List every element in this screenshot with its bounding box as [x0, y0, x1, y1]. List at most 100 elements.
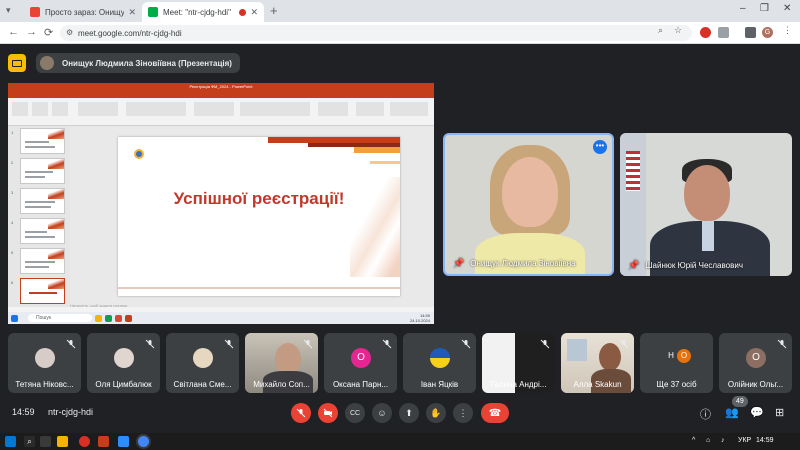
participant-tile[interactable]: О Олійник Ольг... [719, 333, 792, 393]
pin-icon[interactable]: 📌 [628, 260, 639, 271]
search-icon[interactable]: ⌕ [24, 436, 35, 447]
forward-button[interactable]: → [26, 26, 37, 38]
ribbon-button [194, 102, 234, 116]
more-options-button[interactable]: ⋮ [453, 403, 473, 423]
emoji-button[interactable]: ☺ [372, 403, 392, 423]
more-participants-tile[interactable]: Н О Ще 37 осіб [640, 333, 713, 393]
mic-off-icon [461, 339, 471, 349]
people-icon[interactable]: 👥 [725, 406, 739, 419]
participant-name: Олійник Ольг... [727, 380, 784, 389]
video-tile-presenter[interactable]: ••• 📌 Онищук Людмила Зіновіївна [443, 133, 614, 276]
back-button[interactable]: ← [8, 26, 19, 38]
captions-button[interactable]: CC [345, 403, 365, 423]
logo [134, 149, 144, 159]
close-window-button[interactable]: ✕ [783, 3, 791, 14]
browser-toolbar: ← → ⟳ ⚙ meet.google.com/ntr-cjdg-hdi ⌕ ☆… [0, 22, 800, 44]
minimize-button[interactable]: – [740, 3, 746, 14]
translate-icon[interactable]: ⌕ [658, 25, 663, 36]
profile-avatar[interactable]: G [762, 27, 773, 38]
toggle-camera-button[interactable] [318, 403, 338, 423]
slide: Успішної реєстрації! [118, 137, 400, 296]
participant-name-label: 📌 Онищук Людмила Зіновіївна [453, 258, 576, 269]
participant-tile[interactable]: Світлана Сме... [166, 333, 239, 393]
file-explorer-icon[interactable] [57, 436, 68, 447]
tab-close-icon[interactable]: ✕ [250, 7, 258, 18]
video-tile-participant[interactable]: 📌 Шайнюк Юрій Чеславович [620, 133, 792, 276]
leave-call-button[interactable]: ☎ [481, 403, 509, 423]
tray-chevron-icon[interactable]: ^ [692, 437, 695, 444]
slide-thumbnail [20, 218, 65, 244]
browser-tab-2[interactable]: Meet: "ntr-cjdg-hdi" ✕ [142, 2, 264, 22]
side-panel-icon[interactable] [745, 27, 756, 38]
participant-name: Ще 37 осіб [656, 380, 697, 389]
flag-avatar-icon [430, 348, 450, 368]
chat-icon[interactable]: 💬 [750, 406, 764, 419]
mic-off-icon [540, 339, 550, 349]
powerpoint-title-bar: Реєстрація ФМ_2024 - PowerPoint [8, 83, 434, 91]
slide-thumbnails-pane: 1 2 3 4 5 6 [8, 126, 70, 312]
present-button[interactable]: ⬆ [399, 403, 419, 423]
task-view-icon[interactable] [40, 436, 51, 447]
extension-icon[interactable] [700, 27, 711, 38]
meet-favicon-icon [148, 7, 158, 17]
raise-hand-button[interactable]: ✋ [426, 403, 446, 423]
participant-name: Оля Цимбалюк [95, 380, 152, 389]
tab-search-icon[interactable]: ▾ [6, 5, 11, 16]
site-info-icon[interactable]: ⚙ [66, 28, 73, 37]
maximize-button[interactable]: ❐ [760, 3, 769, 14]
system-clock[interactable]: 14:59 [756, 437, 774, 444]
extensions-puzzle-icon[interactable] [718, 27, 729, 38]
volume-icon[interactable]: ♪ [721, 437, 725, 444]
ribbon-button [32, 102, 48, 116]
phone-hangup-icon: ☎ [488, 407, 502, 419]
presentation-icon[interactable] [8, 54, 26, 72]
mic-off-icon [224, 339, 234, 349]
powerpoint-icon[interactable] [98, 436, 109, 447]
participant-tile[interactable]: Тетяна Ніковс... [8, 333, 81, 393]
shared-screen: Реєстрація ФМ_2024 - PowerPoint 1 2 3 4 … [8, 83, 434, 324]
participant-tile[interactable]: Оля Цимбалюк [87, 333, 160, 393]
tab-close-icon[interactable]: ✕ [128, 7, 136, 18]
pin-icon[interactable]: 📌 [453, 258, 464, 269]
avatar [40, 56, 54, 70]
mic-off-icon [296, 408, 306, 418]
participant-tile[interactable]: О Оксана Парн... [324, 333, 397, 393]
opera-icon[interactable] [79, 436, 90, 447]
browser-menu-icon[interactable]: ⋮ [783, 25, 792, 36]
windows-start-icon [11, 314, 18, 322]
new-tab-button[interactable]: + [270, 3, 278, 18]
participant-name: Світлана Сме... [173, 380, 232, 389]
more-options-icon[interactable]: ••• [593, 140, 607, 154]
participant-tile[interactable]: Іван Яцків [403, 333, 476, 393]
reload-button[interactable]: ⟳ [44, 26, 53, 39]
zoom-icon[interactable] [118, 436, 129, 447]
camera-off-icon [323, 408, 333, 418]
shared-clock: 14:59 24.10.2024 [409, 313, 430, 323]
avatar [35, 348, 55, 368]
presenter-chip[interactable]: Онищук Людмила Зіновіївна (Презентація) [36, 53, 240, 73]
slide-thumbnail [20, 188, 65, 214]
windows-taskbar: ⌕ ^ ⌂ ♪ УКР 14:59 [0, 433, 800, 450]
more-vert-icon: ⋮ [458, 407, 468, 418]
participant-tile[interactable]: Михайло Соп... [245, 333, 318, 393]
network-icon[interactable]: ⌂ [706, 437, 710, 444]
participant-name-label: 📌 Шайнюк Юрій Чеславович [628, 260, 744, 271]
browser-tab-bar: ▾ Просто зараз: Онищук Людмил ✕ Meet: "n… [0, 0, 800, 22]
info-icon[interactable]: ⓘ [700, 406, 711, 422]
slide-thumbnail-active [20, 278, 65, 304]
emoji-icon: ☺ [377, 408, 387, 418]
browser-tab-1[interactable]: Просто зараз: Онищук Людмил ✕ [24, 2, 142, 22]
participant-tile[interactable]: Алла Skakun [561, 333, 634, 393]
windows-start-icon[interactable] [5, 436, 16, 447]
participant-name: Михайло Соп... [253, 380, 310, 389]
recording-indicator-icon [239, 8, 247, 16]
toggle-mic-button[interactable] [291, 403, 311, 423]
bookmark-star-icon[interactable]: ☆ [674, 25, 682, 36]
activities-icon[interactable]: ⊞ [775, 406, 784, 419]
chrome-icon[interactable] [138, 436, 149, 447]
address-bar[interactable]: ⚙ meet.google.com/ntr-cjdg-hdi [60, 25, 692, 41]
language-indicator[interactable]: УКР [738, 437, 751, 444]
participant-tile[interactable]: Галина Андрі... [482, 333, 555, 393]
participant-name: Іван Яцків [420, 380, 459, 389]
ribbon-button [12, 102, 28, 116]
